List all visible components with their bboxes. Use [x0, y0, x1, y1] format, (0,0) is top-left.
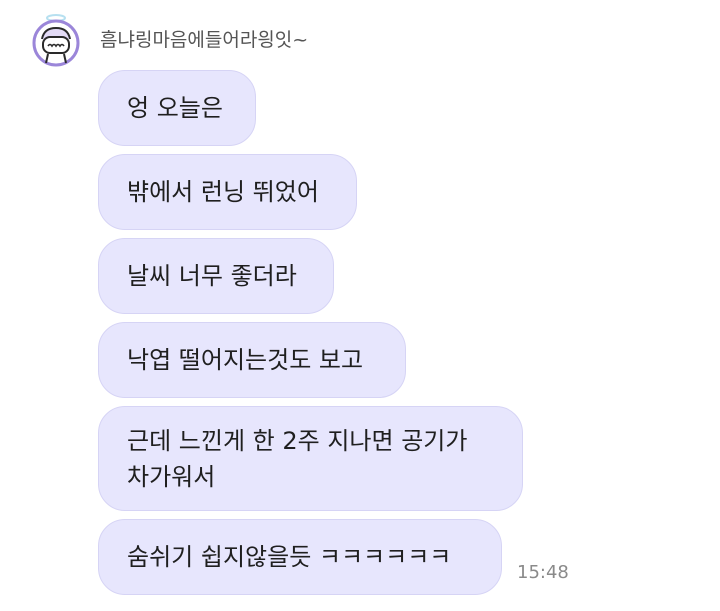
- message-bubble[interactable]: 뱎에서 런닝 뛰었어: [98, 154, 357, 230]
- message-bubble[interactable]: 숨쉬기 쉽지않을듯 ㅋㅋㅋㅋㅋㅋ: [98, 519, 502, 595]
- message-text: 엉 오늘은: [127, 94, 223, 122]
- message-bubble[interactable]: 날씨 너무 좋더라: [98, 238, 334, 314]
- message-bubble[interactable]: 엉 오늘은: [98, 70, 256, 146]
- message-bubble[interactable]: 낙엽 떨어지는것도 보고: [98, 322, 406, 398]
- message-text: 근데 느낀게 한 2주 지나면 공기가 차가워서: [127, 427, 468, 491]
- message-text: 날씨 너무 좋더라: [127, 262, 297, 290]
- cartoon-face-with-halo-icon: [32, 14, 80, 67]
- message-text: 숨쉬기 쉽지않을듯 ㅋㅋㅋㅋㅋㅋ: [127, 543, 452, 571]
- message-timestamp: 15:48: [517, 562, 569, 583]
- message-text: 낙엽 떨어지는것도 보고: [127, 346, 364, 374]
- avatar[interactable]: [31, 14, 81, 68]
- sender-name: 흠냐링마음에들어라읭잇~: [100, 29, 309, 51]
- message-text: 뱎에서 런닝 뛰었어: [127, 178, 319, 206]
- message-bubble[interactable]: 근데 느낀게 한 2주 지나면 공기가 차가워서: [98, 406, 523, 511]
